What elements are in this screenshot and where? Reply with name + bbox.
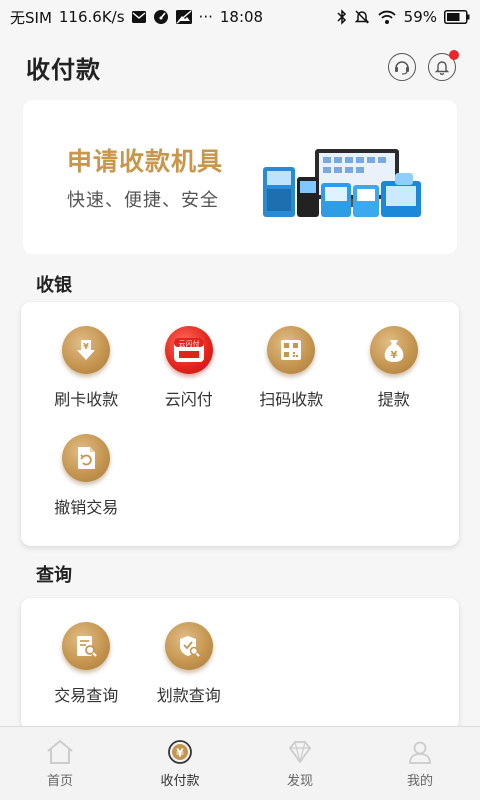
- item-label: 扫码收款: [259, 390, 324, 409]
- battery-icon: [444, 10, 470, 24]
- notification-badge: [449, 50, 459, 60]
- bottom-navigation: 首页 ¥ 收付款 发现 我的: [0, 726, 480, 800]
- bluetooth-icon: [337, 9, 347, 25]
- quickpass-icon: 云闪付: [164, 326, 213, 374]
- banner-title: 申请收款机具: [67, 147, 224, 176]
- status-left: 无SIM 116.6K/s ··· 18:08: [10, 7, 263, 28]
- item-label: 提款: [377, 390, 410, 409]
- discover-icon: [288, 740, 312, 764]
- card-swipe-payment-button[interactable]: ¥ 刷卡收款: [35, 326, 138, 434]
- query-card: 交易查询 划款查询: [21, 598, 459, 730]
- speedometer-icon: [153, 9, 169, 25]
- wifi-icon: [377, 9, 397, 25]
- transfer-search-icon: [164, 622, 213, 670]
- revoke-document-icon: [62, 434, 111, 482]
- apply-terminal-banner[interactable]: 申请收款机具 快速、便捷、安全: [23, 100, 457, 254]
- profile-icon: [409, 741, 431, 764]
- transaction-query-button[interactable]: 交易查询: [35, 622, 138, 730]
- nav-label: 收付款: [160, 773, 200, 789]
- transaction-search-icon: [62, 622, 111, 670]
- clock: 18:08: [219, 8, 264, 26]
- banner-text: 申请收款机具 快速、便捷、安全: [67, 142, 223, 212]
- nav-home[interactable]: 首页: [0, 727, 120, 800]
- item-label: 刷卡收款: [54, 390, 119, 409]
- withdraw-button[interactable]: ¥ 提款: [343, 326, 446, 434]
- sim-status: 无SIM: [10, 8, 52, 27]
- battery-percent: 59%: [403, 8, 437, 26]
- qr-code-payment-button[interactable]: 扫码收款: [240, 326, 343, 434]
- status-bar: 无SIM 116.6K/s ··· 18:08 59%: [0, 0, 480, 34]
- svg-text:¥: ¥: [83, 342, 89, 351]
- yuan-icon: ¥: [168, 739, 192, 764]
- svg-text:¥: ¥: [176, 746, 184, 759]
- query-grid: 交易查询 划款查询: [21, 622, 459, 730]
- qr-scan-icon: [267, 326, 316, 374]
- nav-label: 首页: [46, 773, 73, 789]
- page-header: 收付款: [0, 34, 480, 100]
- pos-terminals-illustration: [263, 149, 421, 217]
- cashier-grid: ¥ 刷卡收款 云闪付 云闪付 扫码收款 ¥ 提款 撤销交易: [21, 326, 459, 542]
- nav-payments[interactable]: ¥ 收付款: [120, 727, 240, 800]
- nav-label: 我的: [406, 773, 433, 789]
- revoke-transaction-button[interactable]: 撤销交易: [35, 434, 138, 542]
- money-bag-icon: ¥: [369, 326, 418, 374]
- mail-icon: [131, 11, 146, 23]
- quickpass-button[interactable]: 云闪付 云闪付: [138, 326, 241, 434]
- transfer-query-button[interactable]: 划款查询: [138, 622, 241, 730]
- page-title: 收付款: [26, 55, 101, 84]
- item-label: 划款查询: [156, 686, 221, 705]
- item-label: 撤销交易: [54, 498, 119, 517]
- cashier-card: ¥ 刷卡收款 云闪付 云闪付 扫码收款 ¥ 提款 撤销交易: [21, 302, 459, 546]
- section-title-query: 查询: [36, 565, 72, 586]
- header-actions: [388, 50, 459, 81]
- nav-discover[interactable]: 发现: [240, 727, 360, 800]
- bell-icon: [434, 61, 450, 75]
- nav-profile[interactable]: 我的: [360, 727, 480, 800]
- svg-text:¥: ¥: [390, 350, 397, 361]
- card-swipe-icon: ¥: [62, 326, 111, 374]
- headset-icon: [395, 61, 409, 75]
- customer-service-button[interactable]: [388, 53, 416, 81]
- home-icon: [47, 739, 73, 764]
- more-notifications: ···: [198, 8, 213, 26]
- status-right: 59%: [337, 8, 470, 26]
- item-label: 交易查询: [54, 686, 119, 705]
- quickpass-badge-text: 云闪付: [178, 339, 199, 348]
- section-title-cashier: 收银: [36, 275, 72, 296]
- notifications-button[interactable]: [428, 50, 459, 81]
- image-off-icon: [175, 10, 192, 24]
- network-speed: 116.6K/s: [58, 8, 125, 26]
- banner-subtitle: 快速、便捷、安全: [67, 190, 219, 211]
- nav-label: 发现: [286, 773, 313, 789]
- mute-bell-icon: [354, 9, 370, 25]
- item-label: 云闪付: [164, 390, 213, 409]
